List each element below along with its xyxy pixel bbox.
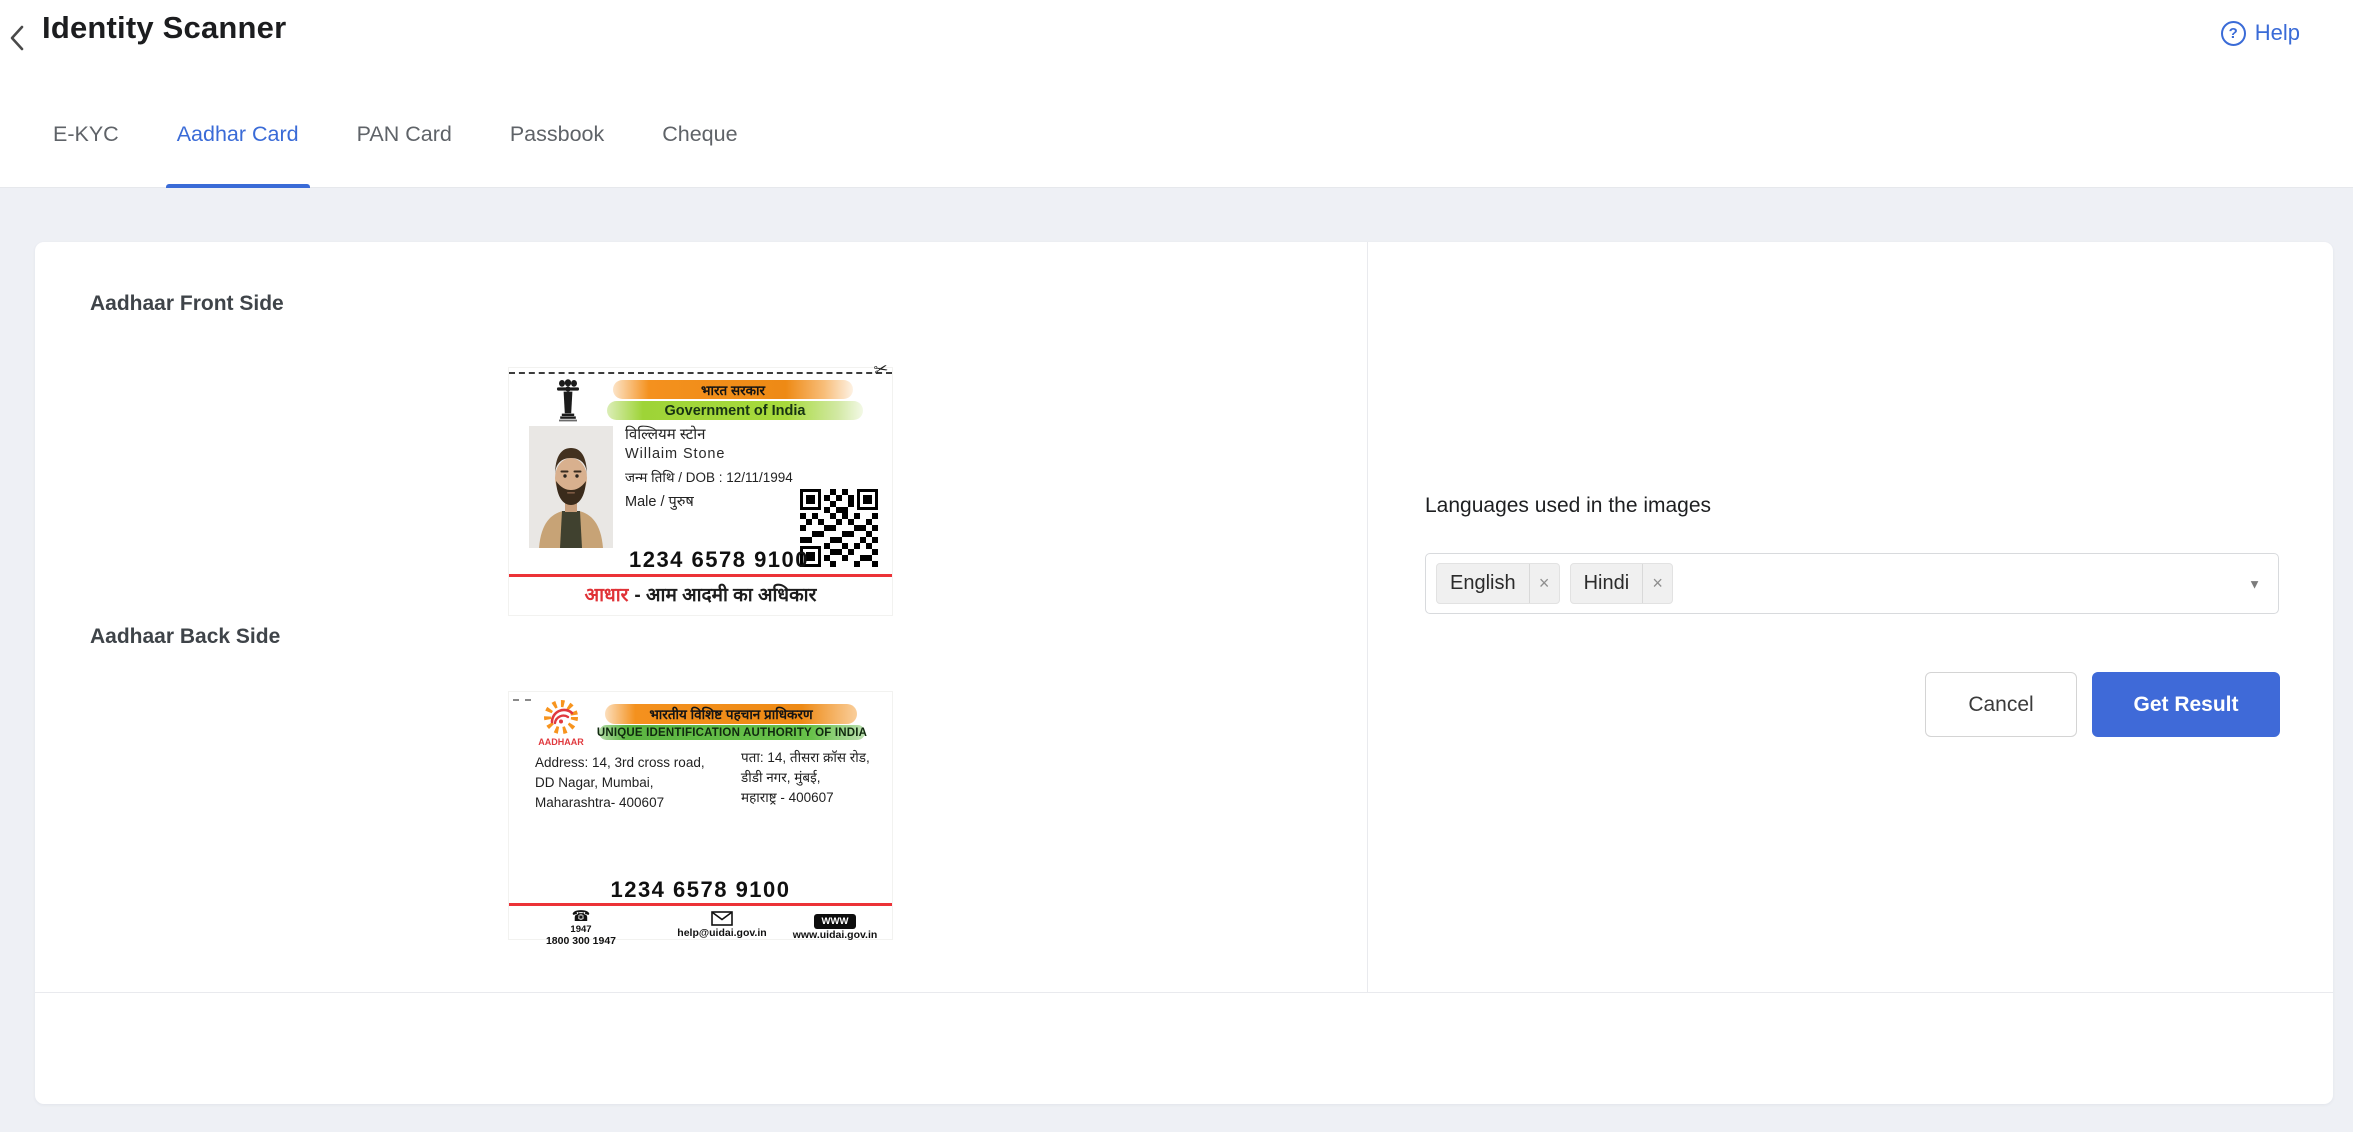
email-text: help@uidai.gov.in bbox=[677, 927, 767, 939]
aadhaar-number-front: 1234 6578 9100 bbox=[628, 547, 810, 572]
top-bar: Identity Scanner ? Help E-KYC Aadhar Car… bbox=[0, 0, 2353, 188]
address-english-line: DD Nagar, Mumbai, bbox=[535, 775, 654, 790]
tab-pan-card[interactable]: PAN Card bbox=[354, 120, 455, 188]
aadhaar-number-back: 1234 6578 9100 bbox=[610, 877, 791, 902]
tab-aadhar-card[interactable]: Aadhar Card bbox=[165, 120, 310, 188]
gender-line: Male / पुरुष bbox=[625, 494, 694, 510]
document-preview-pane: Aadhaar Front Side ✂ भारत सरकार Governme… bbox=[35, 242, 1368, 992]
tab-bar: E-KYC Aadhar Card PAN Card Passbook Cheq… bbox=[50, 120, 741, 188]
authority-hindi-banner: भारतीय विशिष्ट पहचान प्राधिकरण bbox=[605, 704, 857, 724]
contact-email: help@uidai.gov.in bbox=[657, 911, 787, 940]
phone-icon: ☎ bbox=[571, 908, 591, 925]
content-card: Aadhaar Front Side ✂ भारत सरकार Governme… bbox=[35, 242, 2333, 1104]
phone-long: 1800 300 1947 bbox=[545, 935, 617, 947]
front-red-line bbox=[509, 574, 892, 577]
aadhaar-logo-icon: AADHAAR bbox=[533, 697, 589, 752]
page-title: Identity Scanner bbox=[42, 10, 287, 45]
cut-line bbox=[509, 372, 892, 374]
contact-phone: ☎ 1947 1800 300 1947 bbox=[521, 909, 641, 948]
address-english: Address: 14, 3rd cross road, DD Nagar, M… bbox=[535, 753, 705, 813]
contact-website: WWW www.uidai.gov.in bbox=[785, 911, 885, 942]
govt-hindi-banner: भारत सरकार bbox=[613, 380, 853, 399]
help-link[interactable]: ? Help bbox=[2220, 20, 2300, 46]
back-red-line bbox=[509, 903, 892, 906]
front-text-block: विल्लियम स्टोन Willaim Stone जन्म तिथि /… bbox=[625, 424, 793, 513]
portrait-photo bbox=[529, 426, 613, 553]
aadhaar-logo-text: AADHAAR bbox=[538, 737, 584, 747]
remove-english-icon[interactable]: × bbox=[1528, 564, 1559, 603]
get-result-button[interactable]: Get Result bbox=[2092, 672, 2280, 737]
languages-label: Languages used in the images bbox=[1425, 494, 1712, 517]
address-hindi-line: पता: 14, तीसरा क्रॉस रोड, bbox=[741, 750, 870, 765]
chip-label: Hindi bbox=[1583, 572, 1630, 594]
address-english-line: Maharashtra- 400607 bbox=[535, 795, 665, 810]
chip-label: English bbox=[1450, 572, 1516, 594]
languages-multiselect[interactable]: English × Hindi × ▼ bbox=[1425, 553, 2279, 614]
tab-e-kyc[interactable]: E-KYC bbox=[50, 120, 122, 188]
dob-line: जन्म तिथि / DOB : 12/11/1994 bbox=[625, 470, 793, 485]
slogan-prefix: आधार bbox=[584, 585, 629, 606]
authority-english-banner: UNIQUE IDENTIFICATION AUTHORITY OF INDIA bbox=[596, 725, 868, 740]
options-pane: Languages used in the images English × H… bbox=[1369, 242, 2333, 992]
tab-passbook[interactable]: Passbook bbox=[507, 120, 607, 188]
identity-scanner-page: Identity Scanner ? Help E-KYC Aadhar Car… bbox=[0, 0, 2353, 1132]
phone-short: 1947 bbox=[570, 924, 592, 935]
name-hindi: विल्लियम स्टोन bbox=[625, 426, 706, 443]
tab-cheque[interactable]: Cheque bbox=[659, 120, 740, 188]
back-side-heading: Aadhaar Back Side bbox=[90, 625, 281, 648]
website-text: www.uidai.gov.in bbox=[792, 929, 878, 941]
back-button[interactable] bbox=[2, 22, 32, 56]
cancel-button[interactable]: Cancel bbox=[1925, 672, 2077, 737]
scissors-icon: ✂ bbox=[871, 358, 890, 381]
action-buttons: Cancel Get Result bbox=[1925, 672, 2280, 737]
language-chip-english: English × bbox=[1436, 563, 1560, 604]
address-hindi-line: महाराष्ट्र - 400607 bbox=[741, 790, 834, 805]
address-hindi: पता: 14, तीसरा क्रॉस रोड, डीडी नगर, मुंब… bbox=[741, 748, 870, 808]
help-label: Help bbox=[2254, 20, 2300, 45]
india-emblem-icon bbox=[555, 379, 581, 428]
name-english: Willaim Stone bbox=[625, 446, 726, 462]
front-side-heading: Aadhaar Front Side bbox=[90, 292, 284, 315]
mail-icon bbox=[711, 911, 733, 926]
cut-line-remnant bbox=[513, 699, 531, 701]
back-chevron-icon bbox=[7, 24, 27, 55]
help-question-icon: ? bbox=[2220, 20, 2246, 46]
content-card-body: Aadhaar Front Side ✂ भारत सरकार Governme… bbox=[35, 242, 2333, 993]
aadhaar-slogan: आधार - आम आदमी का अधिकार bbox=[509, 581, 892, 607]
address-english-line: Address: 14, 3rd cross road, bbox=[535, 755, 705, 770]
slogan-rest: - आम आदमी का अधिकार bbox=[634, 585, 817, 606]
chevron-down-icon[interactable]: ▼ bbox=[2248, 576, 2261, 591]
aadhaar-back-image: AADHAAR भारतीय विशिष्ट पहचान प्राधिकरण U… bbox=[509, 692, 892, 947]
govt-english-banner: Government of India bbox=[607, 401, 863, 420]
language-chip-hindi: Hindi × bbox=[1569, 563, 1674, 604]
aadhaar-front-image: ✂ भारत सरकार Government of India विल्लिय… bbox=[509, 359, 892, 615]
www-badge-icon: WWW bbox=[813, 914, 857, 929]
address-hindi-line: डीडी नगर, मुंबई, bbox=[741, 770, 821, 785]
remove-hindi-icon[interactable]: × bbox=[1642, 564, 1672, 603]
